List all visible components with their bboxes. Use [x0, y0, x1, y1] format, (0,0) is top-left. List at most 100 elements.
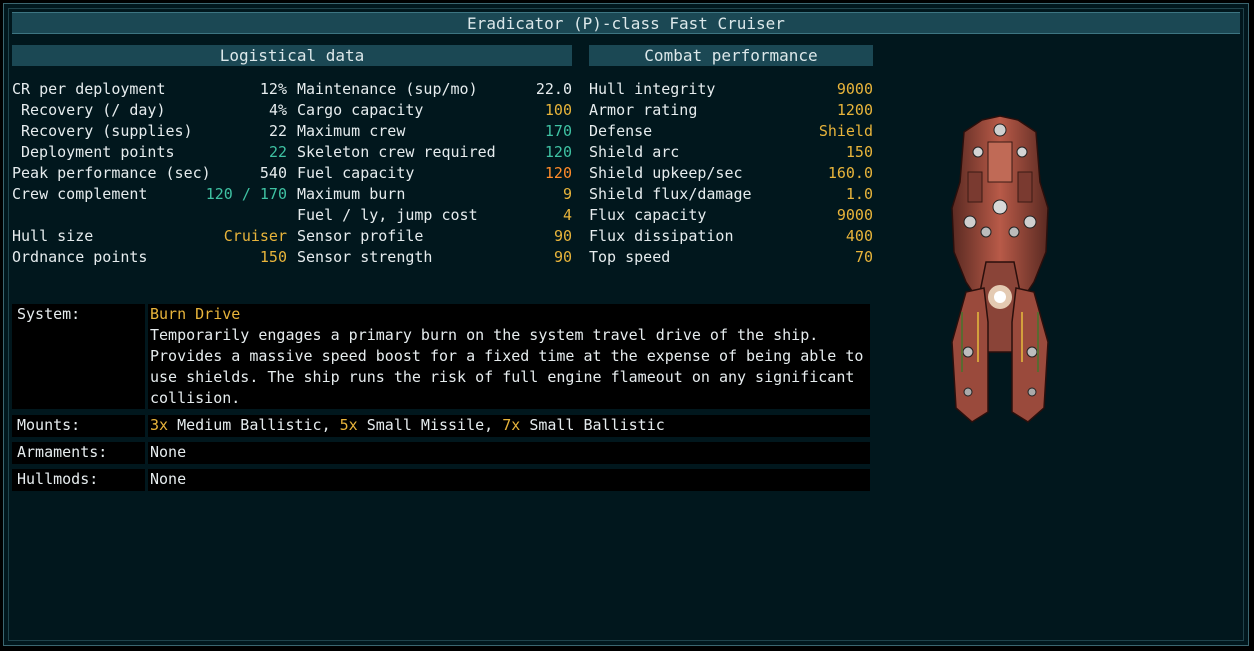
logistics-stat-row: Hull size Cruiser	[12, 226, 287, 247]
logistics-stat-label: Maximum crew	[297, 122, 406, 140]
mount-count: 7x	[502, 416, 521, 434]
system-content: Burn Drive Temporarily engages a primary…	[150, 304, 868, 409]
logistics-stat-row: Maximum crew 170	[297, 121, 572, 142]
logistics-stat-row	[12, 205, 287, 226]
mount-count: 3x	[150, 416, 169, 434]
logistics-stat-row: Ordnance points 150	[12, 247, 287, 268]
mounts-list: 3x Medium Ballistic, 5x Small Missile, 7…	[150, 416, 665, 434]
combat-stat-value: 160.0	[827, 164, 873, 182]
logistics-stat-label: Skeleton crew required	[297, 143, 496, 161]
mount-type: Small Ballistic	[529, 416, 665, 434]
armaments-label: Armaments:	[17, 443, 108, 461]
combat-stat-label: Flux dissipation	[589, 227, 734, 245]
logistics-stat-row: Peak performance (sec) 540	[12, 163, 287, 184]
logistics-stat-row: Cargo capacity 100	[297, 100, 572, 121]
logistics-stat-label: Hull size	[12, 227, 94, 245]
logistics-stat-value: 22	[268, 122, 287, 140]
system-row: System: Burn Drive Temporarily engages a…	[12, 304, 870, 409]
logistics-stat-label: Fuel capacity	[297, 164, 415, 182]
logistics-stat-label: Deployment points	[21, 143, 175, 161]
logistics-stat-row: Recovery (supplies) 22	[12, 121, 287, 142]
combat-stat-label: Shield arc	[589, 143, 680, 161]
combat-stat-label: Defense	[589, 122, 653, 140]
logistics-stat-value: 90	[553, 248, 572, 266]
row-separator	[145, 415, 148, 437]
logistics-stat-row: Sensor strength 90	[297, 247, 572, 268]
combat-stat-label: Flux capacity	[589, 206, 707, 224]
combat-stat-row: Shield arc 150	[589, 142, 873, 163]
logistics-stat-label: Ordnance points	[12, 248, 148, 266]
window-title: Eradicator (P)-class Fast Cruiser	[12, 12, 1240, 34]
logistics-stat-value: 22.0	[535, 80, 572, 98]
logistics-stat-label: Crew complement	[12, 185, 148, 203]
system-description: Temporarily engages a primary burn on th…	[150, 326, 864, 407]
mount-type: Small Missile	[366, 416, 485, 434]
logistics-stat-row: CR per deployment 12%	[12, 79, 287, 100]
logistics-stat-value: 4	[562, 206, 572, 224]
combat-stat-row: Top speed 70	[589, 247, 873, 268]
row-separator	[145, 469, 148, 491]
combat-stat-value: 1.0	[845, 185, 873, 203]
mount-count: 5x	[339, 416, 358, 434]
logistics-stat-value: 100	[544, 101, 572, 119]
combat-stat-row: Defense Shield	[589, 121, 873, 142]
logistics-stat-value: 170	[544, 122, 572, 140]
logistics-stat-row: Crew complement 120 / 170	[12, 184, 287, 205]
logistics-stat-row: Skeleton crew required 120	[297, 142, 572, 163]
hullmods-label: Hullmods:	[17, 470, 99, 488]
combat-stat-label: Shield flux/damage	[589, 185, 752, 203]
logistics-stat-row: Maximum burn 9	[297, 184, 572, 205]
logistics-stat-value: Cruiser	[223, 227, 287, 245]
combat-stat-value: 150	[845, 143, 873, 161]
mounts-row: Mounts: 3x Medium Ballistic, 5x Small Mi…	[12, 415, 870, 437]
logistics-stat-row: Deployment points 22	[12, 142, 287, 163]
logistics-stat-value: 120	[544, 164, 572, 182]
combat-stat-value: 400	[845, 227, 873, 245]
logistics-stat-row: Sensor profile 90	[297, 226, 572, 247]
logistics-stat-label: Maximum burn	[297, 185, 406, 203]
logistics-stat-value: 90	[553, 227, 572, 245]
logistics-stat-value: 12%	[259, 80, 287, 98]
hullmods-row: Hullmods: None	[12, 469, 870, 491]
logistics-stat-label: Fuel / ly, jump cost	[297, 206, 478, 224]
eradicator-ship-sprite	[951, 115, 1049, 423]
combat-performance-header: Combat performance	[589, 45, 873, 66]
logistics-stat-row: Fuel capacity 120	[297, 163, 572, 184]
row-separator	[145, 304, 148, 409]
logistics-stat-row: Recovery (/ day) 4%	[12, 100, 287, 121]
logistics-stat-value: 22	[268, 143, 287, 161]
combat-stat-row: Flux capacity 9000	[589, 205, 873, 226]
logistics-stat-label: Recovery (/ day)	[21, 101, 166, 119]
logistics-stat-label: CR per deployment	[12, 80, 166, 98]
combat-stat-label: Shield upkeep/sec	[589, 164, 743, 182]
logistical-data-header: Logistical data	[12, 45, 572, 66]
combat-stat-label: Armor rating	[589, 101, 698, 119]
armaments-value: None	[150, 443, 187, 461]
combat-stat-row: Shield flux/damage 1.0	[589, 184, 873, 205]
logistics-stat-value: 9	[562, 185, 572, 203]
system-name: Burn Drive	[150, 305, 241, 323]
armaments-row: Armaments: None	[12, 442, 870, 464]
mount-type: Medium Ballistic	[177, 416, 322, 434]
logistics-stat-value: 4%	[268, 101, 287, 119]
combat-stat-value: Shield	[818, 122, 873, 140]
combat-stat-label: Hull integrity	[589, 80, 716, 98]
logistics-stat-row: Fuel / ly, jump cost 4	[297, 205, 572, 226]
combat-stat-row: Hull integrity 9000	[589, 79, 873, 100]
logistics-stat-value: 540	[259, 164, 287, 182]
combat-stat-value: 9000	[836, 80, 873, 98]
logistics-stat-value: 120	[544, 143, 572, 161]
combat-stat-row: Shield upkeep/sec 160.0	[589, 163, 873, 184]
logistics-stat-label: Sensor profile	[297, 227, 424, 245]
logistics-stat-row: Maintenance (sup/mo) 22.0	[297, 79, 572, 100]
combat-stat-value: 9000	[836, 206, 873, 224]
combat-stat-row: Armor rating 1200	[589, 100, 873, 121]
row-separator	[145, 442, 148, 464]
combat-stat-value: 1200	[836, 101, 873, 119]
system-label: System:	[17, 305, 81, 323]
combat-stat-value: 70	[854, 248, 873, 266]
logistics-stat-label: Peak performance (sec)	[12, 164, 211, 182]
logistics-stat-label: Sensor strength	[297, 248, 433, 266]
logistics-stat-label: Cargo capacity	[297, 101, 424, 119]
logistics-stat-label: Recovery (supplies)	[21, 122, 193, 140]
